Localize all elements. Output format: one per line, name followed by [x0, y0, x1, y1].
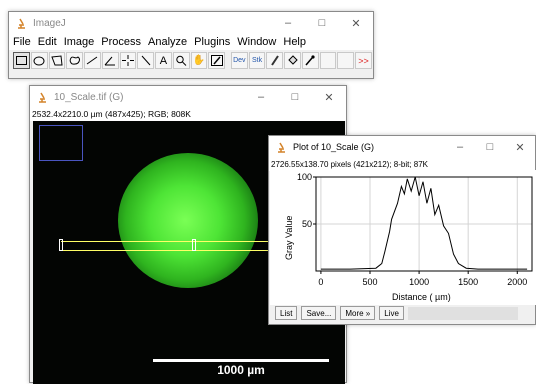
magnifier-tool[interactable]: [172, 52, 190, 69]
multipoint-icon: [121, 55, 134, 66]
more-button[interactable]: More »: [340, 306, 376, 320]
profile-plot[interactable]: Gray Value Distance ( µm) 0 500 1000 1500 20…: [270, 170, 536, 305]
oval-icon: [33, 56, 45, 65]
polygon-icon: [51, 55, 63, 66]
hand-icon: ✋: [192, 55, 206, 66]
magnifier-icon: [176, 55, 187, 66]
navigator-box[interactable]: [39, 125, 83, 161]
profile-line: [320, 176, 528, 270]
minimize-button[interactable]: –: [271, 12, 305, 34]
tool-bar: A ✋ Dev Stk >>: [9, 50, 373, 71]
fluorescent-spheroid: [118, 153, 258, 288]
x-tick-label: 0: [318, 277, 323, 287]
dev-label: Dev: [233, 57, 246, 64]
microscope-icon: [278, 142, 285, 153]
color-picker-tool[interactable]: [208, 52, 225, 69]
save-button[interactable]: Save...: [301, 306, 337, 320]
image-info: 2532.4x2210.0 µm (487x425); RGB; 808K: [30, 108, 346, 121]
menu-image[interactable]: Image: [64, 36, 95, 48]
hand-tool[interactable]: ✋: [190, 52, 208, 69]
menu-help[interactable]: Help: [283, 36, 306, 48]
scale-bar-label: 1000 µm: [217, 363, 265, 377]
empty-slot[interactable]: [319, 52, 337, 69]
wand-tool[interactable]: [137, 52, 154, 69]
empty-slot[interactable]: [337, 52, 355, 69]
paintbucket-tool[interactable]: [284, 52, 301, 69]
menu-edit[interactable]: Edit: [38, 36, 57, 48]
imagej-titlebar[interactable]: ImageJ – □ ✕: [9, 12, 373, 34]
text-tool[interactable]: A: [155, 52, 172, 69]
dropper-icon: [305, 55, 315, 66]
x-tick-label: 500: [362, 277, 377, 287]
microscope-icon: [18, 18, 25, 29]
menu-file[interactable]: File: [13, 36, 31, 48]
paintbucket-icon: [287, 55, 298, 65]
selection-handle[interactable]: [59, 239, 63, 251]
x-tick-label: 2000: [507, 277, 527, 287]
oval-tool[interactable]: [30, 52, 48, 69]
maximize-button[interactable]: □: [305, 12, 339, 34]
menu-window[interactable]: Window: [237, 36, 276, 48]
y-tick-label: 100: [297, 172, 312, 182]
angle-icon: [104, 56, 116, 66]
dropper-tool[interactable]: [301, 52, 319, 69]
list-button[interactable]: List: [275, 306, 298, 320]
scale-bar: [153, 359, 329, 362]
x-tick-label: 1500: [458, 277, 478, 287]
rectangle-tool[interactable]: [13, 52, 30, 69]
stk-menu-tool[interactable]: Stk: [248, 52, 266, 69]
maximize-button[interactable]: □: [475, 136, 505, 158]
x-axis-label: Distance ( µm): [392, 292, 451, 302]
image-title: 10_Scale.tif (G): [54, 91, 124, 103]
selection-handle[interactable]: [192, 239, 196, 251]
plot-title: Plot of 10_Scale (G): [293, 142, 375, 152]
wand-icon: [141, 55, 150, 66]
menu-process[interactable]: Process: [101, 36, 141, 48]
image-titlebar[interactable]: 10_Scale.tif (G) – □ ✕: [30, 86, 346, 108]
polygon-tool[interactable]: [48, 52, 66, 69]
microscope-icon: [39, 92, 46, 103]
plot-window: Plot of 10_Scale (G) – □ ✕ 2726.55x138.7…: [268, 135, 536, 325]
minimize-button[interactable]: –: [244, 86, 278, 108]
more-tools-button[interactable]: >>: [355, 52, 372, 69]
menu-plugins[interactable]: Plugins: [194, 36, 230, 48]
rectangle-icon: [15, 56, 27, 65]
status-field: [407, 306, 518, 320]
imagej-main-window: ImageJ – □ ✕ File Edit Image Process Ana…: [8, 11, 374, 79]
menu-analyze[interactable]: Analyze: [148, 36, 187, 48]
minimize-button[interactable]: –: [445, 136, 475, 158]
close-button[interactable]: ✕: [505, 136, 535, 158]
maximize-button[interactable]: □: [278, 86, 312, 108]
pencil-icon: [270, 55, 279, 66]
menu-bar: File Edit Image Process Analyze Plugins …: [9, 34, 373, 50]
close-button[interactable]: ✕: [339, 12, 373, 34]
stk-label: Stk: [251, 57, 263, 64]
live-button[interactable]: Live: [379, 306, 404, 320]
x-tick-label: 1000: [409, 277, 429, 287]
plot-button-row: List Save... More » Live: [269, 302, 536, 324]
line-tool[interactable]: [84, 52, 101, 69]
point-tool[interactable]: [119, 52, 137, 69]
more-label: >>: [358, 55, 369, 66]
freehand-tool[interactable]: [66, 52, 83, 69]
window-title: ImageJ: [33, 17, 66, 29]
freehand-icon: [69, 56, 80, 65]
angle-tool[interactable]: [101, 52, 119, 69]
text-icon: A: [159, 54, 168, 67]
pencil-tool[interactable]: [266, 52, 284, 69]
plot-titlebar[interactable]: Plot of 10_Scale (G) – □ ✕: [269, 136, 535, 158]
color-picker-icon: [210, 55, 223, 66]
y-tick-label: 50: [302, 219, 312, 229]
y-axis-label: Gray Value: [284, 216, 294, 260]
dev-menu-tool[interactable]: Dev: [230, 52, 248, 69]
close-button[interactable]: ✕: [312, 86, 346, 108]
line-icon: [87, 56, 98, 65]
